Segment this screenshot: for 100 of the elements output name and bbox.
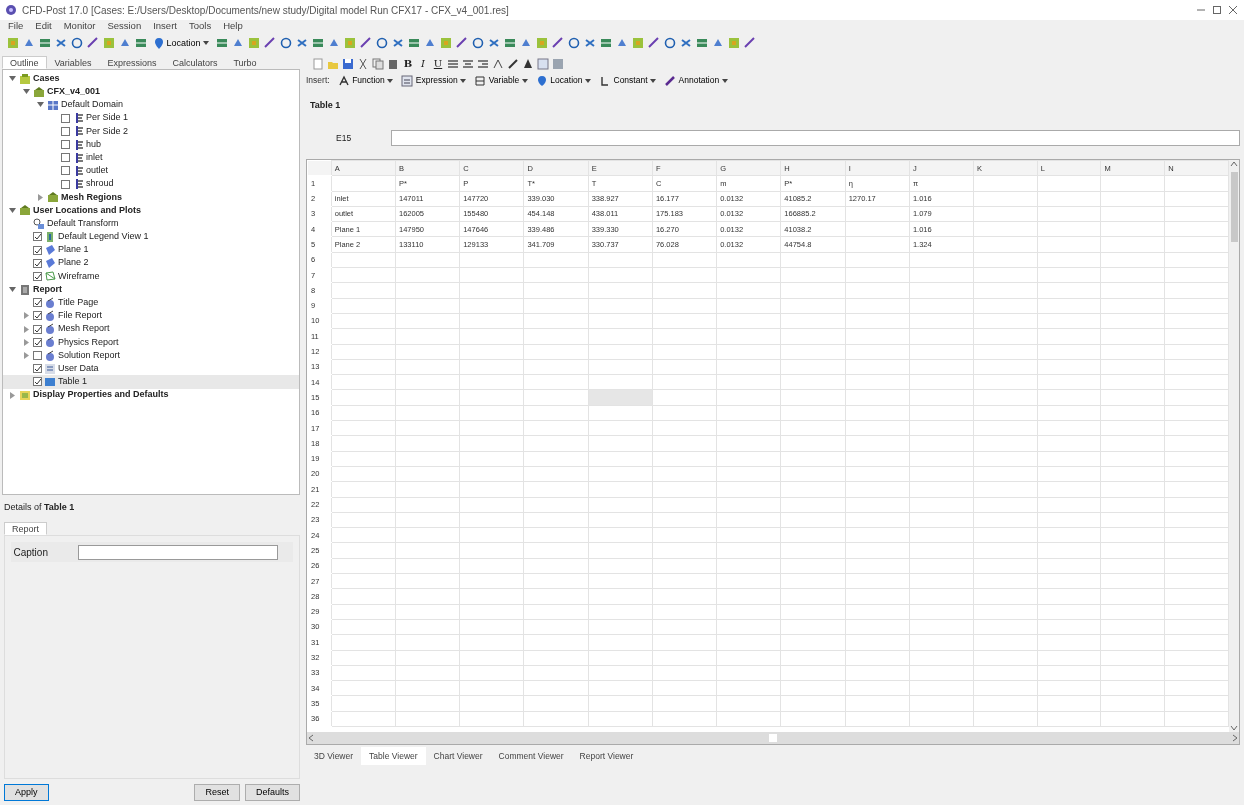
tree-item[interactable]: CFX_v4_001 xyxy=(47,85,101,99)
collapse-arrow-icon[interactable] xyxy=(8,206,16,214)
checkbox[interactable] xyxy=(61,113,70,123)
checkbox[interactable] xyxy=(33,364,42,374)
tree-item[interactable]: User Data xyxy=(58,361,99,376)
caption-field[interactable] xyxy=(77,544,278,560)
pen-icon[interactable] xyxy=(647,36,662,50)
format-button[interactable]: U xyxy=(432,56,444,71)
ring-icon[interactable] xyxy=(375,36,390,50)
pen-icon[interactable] xyxy=(455,36,470,50)
collapse-arrow-icon[interactable] xyxy=(8,286,16,294)
fill-icon[interactable] xyxy=(522,57,534,70)
menu-item[interactable]: File xyxy=(8,19,24,34)
expand-arrow-icon[interactable] xyxy=(8,391,16,399)
panel-tab[interactable]: Outline xyxy=(2,56,47,69)
collapse-arrow-icon[interactable] xyxy=(8,75,16,83)
menu-item[interactable]: Insert xyxy=(153,19,177,34)
tree-item[interactable]: Per Side 1 xyxy=(86,111,129,125)
panel-icon[interactable] xyxy=(311,36,326,50)
checkbox[interactable] xyxy=(33,324,42,334)
scrollbar-thumb[interactable] xyxy=(769,734,777,742)
tree-item[interactable]: Plane 2 xyxy=(58,256,89,270)
checkbox[interactable] xyxy=(33,232,42,242)
cross-icon[interactable] xyxy=(54,36,68,50)
viewer-tab[interactable]: 3D Viewer xyxy=(306,747,362,765)
tree-item[interactable]: Report xyxy=(33,282,62,297)
panel-icon[interactable] xyxy=(134,36,148,50)
checkbox[interactable] xyxy=(33,271,42,281)
pen-icon[interactable] xyxy=(86,36,100,50)
tree-item[interactable]: Mesh Regions xyxy=(61,190,122,205)
tree-item[interactable]: Physics Report xyxy=(58,335,119,350)
tree-item[interactable]: File Report xyxy=(58,309,102,323)
scroll-up-icon[interactable] xyxy=(1230,160,1238,168)
tree-item[interactable]: shroud xyxy=(86,177,114,191)
panel-icon[interactable] xyxy=(695,36,710,50)
toolbar-dropdown[interactable]: Annotation xyxy=(664,74,728,87)
pen-icon[interactable] xyxy=(551,36,566,50)
toolbar-dropdown[interactable]: Location xyxy=(535,74,591,87)
scroll-right-icon[interactable] xyxy=(1231,734,1239,742)
checkbox[interactable] xyxy=(61,179,70,189)
pen-icon[interactable] xyxy=(263,36,278,50)
checkbox[interactable] xyxy=(33,337,42,347)
checkbox[interactable] xyxy=(61,126,70,136)
expand-arrow-icon[interactable] xyxy=(22,312,30,320)
close-icon[interactable] xyxy=(1228,5,1238,15)
checkbox[interactable] xyxy=(61,140,70,150)
scroll-left-icon[interactable] xyxy=(307,734,315,742)
collapse-arrow-icon[interactable] xyxy=(36,101,44,109)
button[interactable]: Apply xyxy=(4,784,49,801)
expand-arrow-icon[interactable] xyxy=(22,352,30,360)
panel-icon[interactable] xyxy=(503,36,518,50)
copy-icon[interactable] xyxy=(372,57,384,70)
ring-icon[interactable] xyxy=(70,36,84,50)
panel-tab[interactable]: Turbo xyxy=(225,56,265,69)
menu-item[interactable]: Session xyxy=(107,19,142,34)
checkbox[interactable] xyxy=(61,153,70,163)
scroll-down-icon[interactable] xyxy=(1230,724,1238,732)
pen-icon[interactable] xyxy=(743,36,758,50)
panel-tab[interactable]: Expressions xyxy=(99,56,165,69)
viewer-tab[interactable]: Chart Viewer xyxy=(425,747,491,765)
tree-item[interactable]: Solution Report xyxy=(58,348,121,363)
viewer-tab[interactable]: Comment Viewer xyxy=(490,747,572,765)
tree-item[interactable]: inlet xyxy=(86,150,103,165)
pen-icon[interactable] xyxy=(359,36,374,50)
paste-icon[interactable] xyxy=(387,57,399,70)
format-button[interactable]: B xyxy=(402,56,414,71)
tree-item[interactable]: Title Page xyxy=(58,296,99,310)
tree-item[interactable]: hub xyxy=(86,137,102,152)
viewer-tab[interactable]: Report Viewer xyxy=(571,747,642,765)
ring-icon[interactable] xyxy=(567,36,582,50)
ring-icon[interactable] xyxy=(279,36,294,50)
menu-item[interactable]: Edit xyxy=(35,19,52,34)
tree-item[interactable]: Table 1 xyxy=(58,375,88,389)
cut-icon[interactable] xyxy=(357,57,369,70)
tree-item[interactable]: Default Legend View 1 xyxy=(58,230,149,244)
panel-icon[interactable] xyxy=(407,36,422,50)
checkbox[interactable] xyxy=(33,245,42,255)
checkbox[interactable] xyxy=(33,258,42,268)
scrollbar-thumb[interactable] xyxy=(1230,172,1238,242)
panel-icon[interactable] xyxy=(38,36,52,50)
toolbar-dropdown[interactable]: Expression xyxy=(401,74,467,87)
tree-row-highlight[interactable]: Table 1 xyxy=(3,375,299,389)
toolbar-dropdown[interactable]: Function xyxy=(337,74,394,87)
tree-item[interactable]: Mesh Report xyxy=(58,322,110,336)
save-icon[interactable] xyxy=(342,57,354,70)
details-tab[interactable]: Report xyxy=(4,522,47,535)
expand-arrow-icon[interactable] xyxy=(22,338,30,346)
location-button[interactable]: Location xyxy=(150,34,214,52)
panel-tab[interactable]: Variables xyxy=(46,56,100,69)
panel-icon[interactable] xyxy=(215,36,230,50)
tree-item[interactable]: Default Domain xyxy=(61,98,124,112)
tree-item[interactable]: Cases xyxy=(33,71,60,86)
formula-field[interactable] xyxy=(391,130,1240,146)
menu-item[interactable]: Help xyxy=(223,19,243,34)
expand-arrow-icon[interactable] xyxy=(22,325,30,333)
checkbox[interactable] xyxy=(61,166,70,176)
ring-icon[interactable] xyxy=(663,36,678,50)
panel-icon[interactable] xyxy=(599,36,614,50)
align-icon[interactable] xyxy=(477,57,489,70)
maximize-icon[interactable] xyxy=(1212,5,1222,15)
